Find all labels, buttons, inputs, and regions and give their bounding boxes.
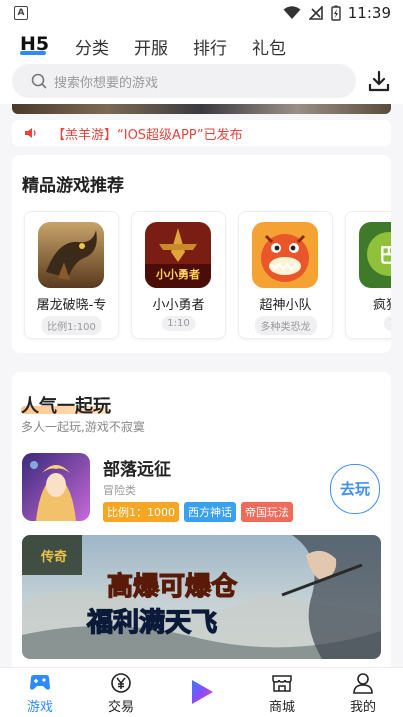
wifi-icon (283, 6, 301, 19)
user-icon (353, 673, 373, 694)
game-card[interactable]: 巴 疯狂西 1 (345, 211, 391, 339)
status-bar: A 11:39 (0, 0, 403, 26)
banner-logo-text: 传奇 (40, 549, 67, 565)
search-icon (31, 73, 47, 89)
game-icon-text: 巴 (379, 243, 391, 267)
announcement-bar[interactable]: 【羔羊游】“IOS超级APP”已发布 (12, 120, 391, 146)
bottom-navigation: 游戏 交易 商城 我的 (0, 667, 403, 717)
featured-games-card: 精品游戏推荐 屠龙破晓-专 比例1:100 小小勇者 小小勇者 1:10 超神小… (12, 155, 391, 353)
game-tag: 西方神话 (184, 502, 236, 522)
nav-store[interactable]: 商城 (252, 668, 312, 717)
game-icon-xiaoxiao-yongzhe: 小小勇者 (145, 222, 211, 288)
game-promo-banner[interactable]: 传奇 高爆可爆仓 福利满天飞 (22, 535, 381, 659)
search-input[interactable]: 搜索你想要的游戏 (12, 64, 356, 98)
tab-gift-pack[interactable]: 礼包 (252, 34, 286, 59)
status-icons (283, 5, 341, 21)
game-icon-fengkuang: 巴 (359, 222, 391, 288)
nav-label: 商城 (268, 700, 295, 715)
speaker-icon (25, 128, 36, 138)
popular-title: 人气一起玩 (21, 396, 111, 417)
nav-profile[interactable]: 我的 (333, 668, 393, 717)
nav-center[interactable] (172, 668, 232, 717)
search-placeholder: 搜索你想要的游戏 (54, 76, 159, 91)
game-name[interactable]: 部落远征 (103, 455, 171, 480)
game-icon-dragon (38, 222, 104, 288)
active-tab-indicator (20, 51, 46, 55)
game-name: 屠龙破晓-专 (36, 298, 107, 313)
game-icon-buluo[interactable] (22, 453, 90, 521)
notification-a-icon: A (14, 6, 28, 20)
game-icon-text: 小小勇者 (155, 267, 200, 281)
tab-ranking[interactable]: 排行 (193, 34, 227, 59)
game-card[interactable]: 超神小队 多种类恐龙 (238, 211, 333, 339)
game-tag: 帝国玩法 (241, 502, 293, 522)
game-tag: 比例1:100 (41, 316, 102, 335)
game-name: 小小勇者 (152, 298, 205, 313)
game-tag: 1 (383, 316, 391, 331)
game-name: 疯狂西 (372, 298, 391, 313)
game-tags: 比例1：1000 西方神话 帝国玩法 (103, 502, 293, 522)
banner-subheadline: 福利满天飞 (86, 608, 217, 638)
game-card[interactable]: 小小勇者 小小勇者 1:10 (131, 211, 226, 339)
nav-trade[interactable]: 交易 (91, 668, 151, 717)
gamepad-icon (30, 675, 50, 690)
top-banner[interactable] (12, 104, 391, 114)
popular-games-card: 人气一起玩 多人一起玩,游戏不寂寞 部落远征 冒险类 比例1：1000 西方神话… (12, 372, 391, 672)
game-name: 超神小队 (259, 298, 312, 313)
signal-off-icon (309, 6, 323, 20)
nav-label: 游戏 (26, 700, 53, 715)
search-row: 搜索你想要的游戏 (0, 62, 403, 104)
game-card[interactable]: 屠龙破晓-专 比例1:100 (24, 211, 119, 339)
banner-headline: 高爆可爆仓 (107, 571, 238, 602)
battery-charging-icon (331, 5, 341, 21)
announcement-text: 【羔羊游】“IOS超级APP”已发布 (52, 128, 243, 143)
download-icon[interactable] (368, 70, 390, 92)
nav-label: 交易 (107, 700, 134, 715)
store-icon (272, 675, 292, 692)
game-icon-dinosaur (252, 222, 318, 288)
tab-new-servers[interactable]: 开服 (134, 34, 168, 59)
nav-label: 我的 (349, 700, 376, 715)
game-tag: 多种类恐龙 (254, 316, 317, 335)
featured-title: 精品游戏推荐 (22, 176, 124, 196)
featured-games-list: 屠龙破晓-专 比例1:100 小小勇者 小小勇者 1:10 超神小队 多种类恐龙… (24, 211, 391, 339)
clock: 11:39 (347, 4, 391, 22)
game-tag: 1:10 (161, 316, 196, 331)
nav-games[interactable]: 游戏 (10, 668, 70, 717)
yen-coin-icon (111, 673, 131, 693)
game-tag: 比例1：1000 (103, 502, 179, 522)
top-tabs: H5 分类 开服 排行 礼包 (0, 26, 403, 62)
game-category: 冒险类 (103, 484, 136, 497)
popular-subtitle: 多人一起玩,游戏不寂寞 (21, 420, 145, 434)
play-button[interactable]: 去玩 (330, 464, 380, 514)
play-logo-icon (192, 680, 213, 704)
tab-category[interactable]: 分类 (75, 34, 109, 59)
